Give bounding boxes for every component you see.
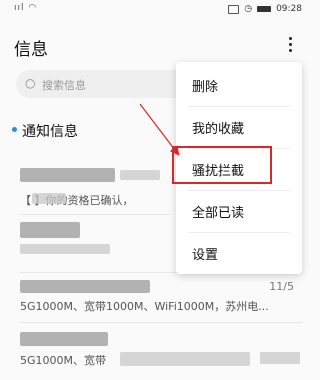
annotation-arrow-icon — [139, 103, 180, 156]
